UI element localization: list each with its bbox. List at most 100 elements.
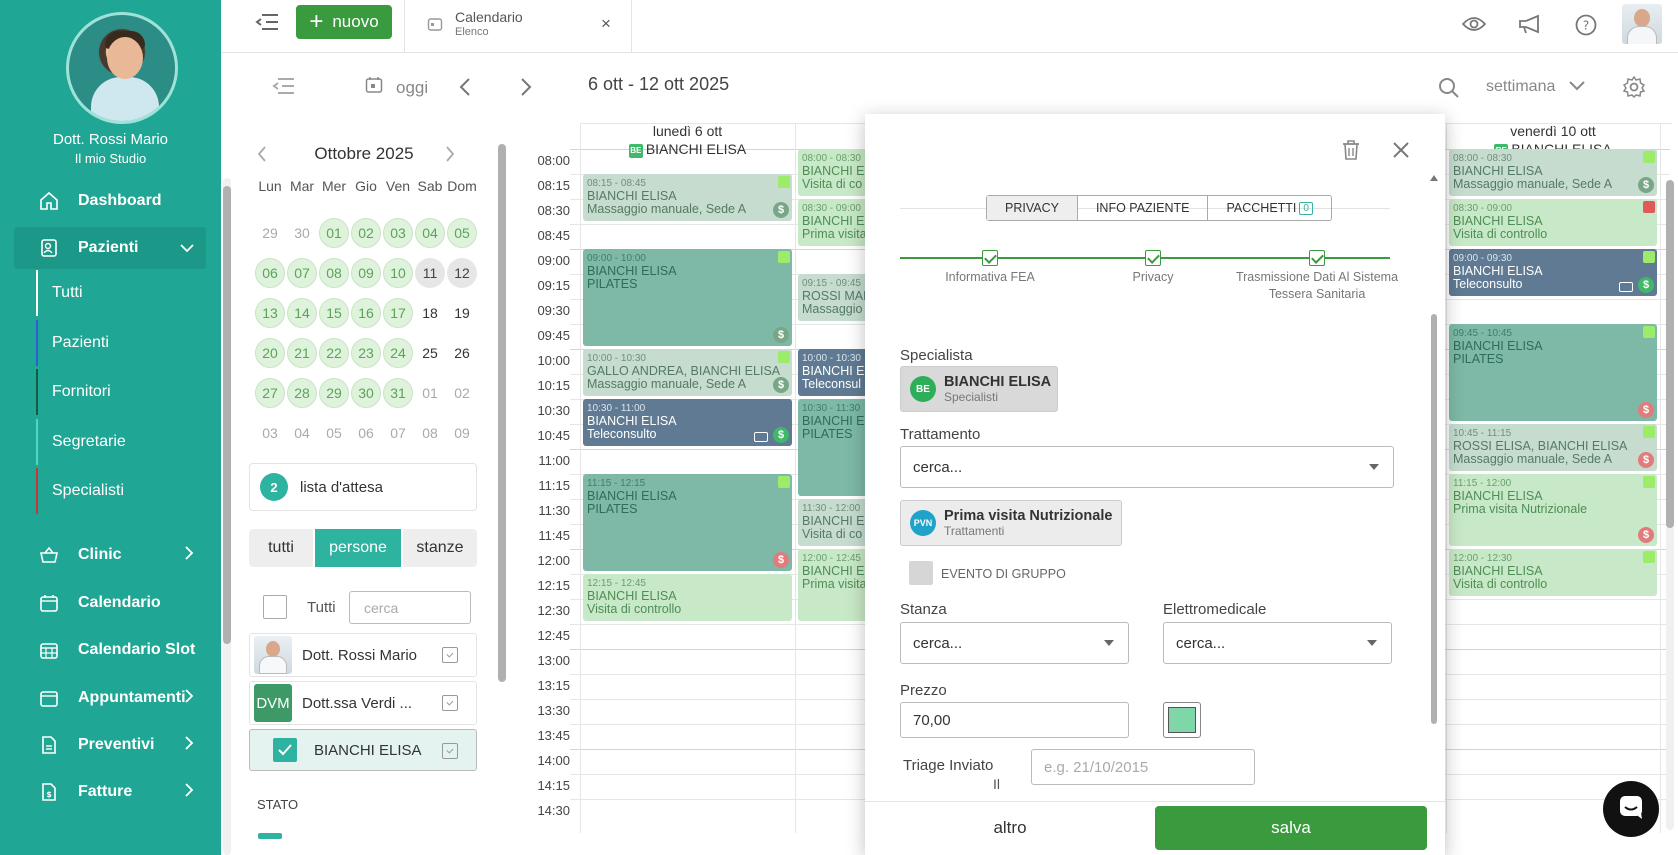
mini-calendar-day[interactable]: 07 bbox=[287, 258, 317, 288]
calendar-scroll-thumb[interactable] bbox=[498, 144, 506, 682]
calendar-event[interactable]: 11:15 - 12:15 BIANCHI ELISA PILATES $ bbox=[583, 474, 792, 571]
mini-calendar-day[interactable]: 18 bbox=[415, 298, 445, 328]
mini-calendar-day[interactable]: 12 bbox=[447, 258, 477, 288]
mini-calendar-day[interactable]: 25 bbox=[415, 338, 445, 368]
mini-calendar-day[interactable]: 03 bbox=[383, 218, 413, 248]
mini-calendar-day[interactable]: 05 bbox=[447, 218, 477, 248]
mini-calendar-day[interactable]: 10 bbox=[383, 258, 413, 288]
nav-dashboard[interactable]: Dashboard bbox=[14, 180, 206, 222]
calendar-event[interactable]: 12:15 - 12:45 BIANCHI ELISA Visita di cont… bbox=[583, 574, 792, 621]
calendar-event[interactable]: 09:00 - 09:30 BIANCHI ELISA Teleconsulto $ bbox=[1449, 249, 1657, 296]
filter-persone[interactable]: persone bbox=[315, 529, 401, 567]
mini-calendar-day[interactable]: 28 bbox=[287, 378, 317, 408]
step-check-ts[interactable] bbox=[1309, 250, 1325, 266]
calendar-event[interactable]: 10:30 - 11:00 BIANCHI ELISA Teleconsulto $ bbox=[583, 399, 792, 446]
megaphone-icon[interactable] bbox=[1518, 14, 1542, 39]
resource-row[interactable]: Dott. Rossi Mario bbox=[249, 633, 477, 677]
mini-calendar-day[interactable]: 13 bbox=[255, 298, 285, 328]
mini-calendar-day[interactable]: 01 bbox=[319, 218, 349, 248]
mini-calendar-day[interactable]: 31 bbox=[383, 378, 413, 408]
mini-calendar-day[interactable]: 22 bbox=[319, 338, 349, 368]
color-picker[interactable] bbox=[1163, 702, 1201, 738]
mini-calendar-day[interactable]: 29 bbox=[319, 378, 349, 408]
mini-calendar-day[interactable]: 20 bbox=[255, 338, 285, 368]
mini-calendar-day[interactable]: 09 bbox=[351, 258, 381, 288]
calendar-check-icon[interactable] bbox=[442, 743, 458, 759]
resource-search-input[interactable]: cerca bbox=[349, 591, 471, 624]
resource-row[interactable]: DVM Dott.ssa Verdi ... bbox=[249, 681, 477, 725]
modal-scroll-thumb[interactable] bbox=[1431, 314, 1437, 724]
chat-button[interactable] bbox=[1603, 781, 1659, 837]
trash-icon[interactable] bbox=[1341, 139, 1361, 166]
mini-next-icon[interactable] bbox=[445, 146, 455, 167]
specialista-chip[interactable]: BE BIANCHI ELISA Specialisti bbox=[900, 366, 1058, 412]
mini-calendar-day[interactable]: 02 bbox=[351, 218, 381, 248]
mini-calendar-day[interactable]: 07 bbox=[383, 418, 413, 448]
mini-calendar-day[interactable]: 23 bbox=[351, 338, 381, 368]
nav-sub-tutti[interactable]: Tutti bbox=[36, 270, 206, 316]
resource-row[interactable]: BIANCHI ELISA bbox=[249, 729, 477, 771]
tab-pacchetti[interactable]: PACCHETTI 0 bbox=[1208, 196, 1330, 220]
step-check-privacy[interactable] bbox=[1145, 250, 1161, 266]
calendar-event[interactable]: 09:00 - 10:00 BIANCHI ELISA PILATES $ bbox=[583, 249, 792, 346]
mini-calendar-day[interactable]: 21 bbox=[287, 338, 317, 368]
mini-calendar-day[interactable]: 05 bbox=[319, 418, 349, 448]
calendar-event[interactable]: 08:30 - 09:00 BIANCHI ELISA Visita di cont… bbox=[1449, 199, 1657, 246]
trattamento-chip[interactable]: PVN Prima visita Nutrizionale Trattamenti bbox=[900, 500, 1122, 546]
altro-button[interactable]: altro bbox=[865, 806, 1155, 850]
filter-stanze[interactable]: stanze bbox=[403, 529, 477, 567]
nav-fatture[interactable]: $ Fatture bbox=[14, 771, 206, 813]
user-avatar[interactable] bbox=[66, 12, 178, 124]
calendar-scrollbar-left[interactable] bbox=[498, 130, 506, 830]
mini-calendar-day[interactable]: 11 bbox=[415, 258, 445, 288]
elettromedicale-select[interactable]: cerca... bbox=[1163, 622, 1392, 664]
nav-calendario[interactable]: Calendario bbox=[14, 582, 206, 624]
calendar-check-icon[interactable] bbox=[442, 647, 458, 663]
trattamento-select[interactable]: cerca... bbox=[900, 446, 1394, 488]
list-collapse-icon[interactable] bbox=[272, 75, 296, 102]
next-week-icon[interactable] bbox=[520, 78, 532, 101]
nav-sub-pazienti[interactable]: Pazienti bbox=[36, 320, 206, 366]
save-button[interactable]: salva bbox=[1155, 806, 1427, 850]
nav-pazienti[interactable]: Pazienti bbox=[14, 227, 206, 269]
calendar-event[interactable]: 10:45 - 11:15 ROSSI ELISA, BIANCHI ELISA M… bbox=[1449, 424, 1657, 471]
mini-calendar-day[interactable]: 17 bbox=[383, 298, 413, 328]
triage-date-input[interactable]: e.g. 21/10/2015 bbox=[1031, 749, 1255, 785]
mini-calendar-day[interactable]: 06 bbox=[255, 258, 285, 288]
new-button[interactable]: + nuovo bbox=[296, 5, 392, 39]
modal-scrollbar[interactable] bbox=[1431, 314, 1437, 724]
mini-calendar-day[interactable]: 14 bbox=[287, 298, 317, 328]
filter-tutti[interactable]: tutti bbox=[249, 529, 313, 567]
mini-calendar-day[interactable]: 09 bbox=[447, 418, 477, 448]
calendar-event[interactable]: 12:00 - 12:30 BIANCHI ELISA Visita di cont… bbox=[1449, 549, 1657, 596]
left-panel-scrollbar[interactable] bbox=[223, 178, 231, 855]
mini-calendar-day[interactable]: 19 bbox=[447, 298, 477, 328]
mini-calendar-day[interactable]: 27 bbox=[255, 378, 285, 408]
calendar-scrollbar-right[interactable] bbox=[1666, 180, 1674, 830]
mini-calendar-day[interactable]: 30 bbox=[287, 218, 317, 248]
nav-sub-fornitori[interactable]: Fornitori bbox=[36, 369, 206, 415]
mini-calendar-day[interactable]: 16 bbox=[351, 298, 381, 328]
step-check-fea[interactable] bbox=[982, 250, 998, 266]
mini-calendar-day[interactable]: 04 bbox=[415, 218, 445, 248]
tab-info-paziente[interactable]: INFO PAZIENTE bbox=[1078, 196, 1209, 220]
mini-calendar-day[interactable]: 03 bbox=[255, 418, 285, 448]
tab-privacy[interactable]: PRIVACY bbox=[987, 196, 1078, 220]
calendar-event[interactable]: 10:00 - 10:30 GALLO ANDREA, BIANCHI ELISA… bbox=[583, 349, 792, 396]
mini-calendar-day[interactable]: 26 bbox=[447, 338, 477, 368]
waitlist-button[interactable]: 2 lista d'attesa bbox=[249, 463, 477, 511]
help-icon[interactable]: ? bbox=[1575, 14, 1597, 41]
mini-calendar-day[interactable]: 08 bbox=[415, 418, 445, 448]
mini-calendar-day[interactable]: 30 bbox=[351, 378, 381, 408]
calendar-scroll-thumb-right[interactable] bbox=[1666, 180, 1674, 528]
nav-preventivi[interactable]: Preventivi bbox=[14, 724, 206, 766]
close-icon[interactable] bbox=[1392, 141, 1410, 164]
mini-calendar-day[interactable]: 04 bbox=[287, 418, 317, 448]
calendar-event[interactable]: 08:15 - 08:45 BIANCHI ELISA Massaggio manu… bbox=[583, 174, 792, 221]
prev-week-icon[interactable] bbox=[459, 78, 471, 101]
user-studio[interactable]: Il mio Studio bbox=[0, 151, 221, 166]
mini-calendar-day[interactable]: 01 bbox=[415, 378, 445, 408]
nav-calendario-slot[interactable]: Calendario Slot bbox=[14, 629, 206, 671]
nav-clinic[interactable]: Clinic bbox=[14, 534, 206, 576]
nav-sub-specialisti[interactable]: Specialisti bbox=[36, 468, 206, 514]
